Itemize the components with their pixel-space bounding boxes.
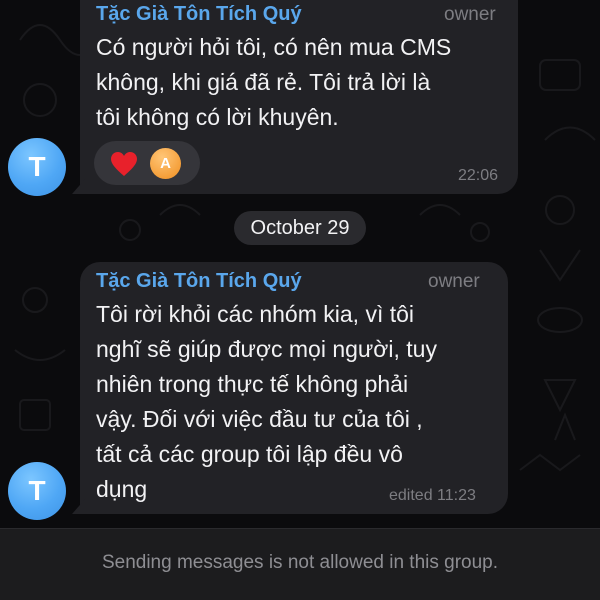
sender-name[interactable]: Tặc Già Tôn Tích Quý: [96, 3, 302, 26]
sender-name[interactable]: Tặc Già Tôn Tích Quý: [96, 270, 302, 293]
reactions-bar[interactable]: A: [94, 141, 200, 185]
sender-avatar[interactable]: T: [8, 138, 66, 196]
message-time: edited 11:23: [389, 487, 476, 504]
message-text: Tôi rời khỏi các nhóm kia, vì tôi nghĩ s…: [96, 301, 437, 502]
sender-avatar[interactable]: T: [8, 462, 66, 520]
sender-role-badge: owner: [428, 271, 480, 292]
composer-disabled-bar: Sending messages is not allowed in this …: [0, 528, 600, 600]
message-text: Có người hỏi tôi, có nên mua CMS không, …: [96, 34, 452, 130]
chat-screen: Tặc Già Tôn Tích Quý owner Có người hỏi …: [0, 0, 600, 600]
reaction-user-avatar[interactable]: A: [150, 148, 181, 179]
message-time: 22:06: [458, 167, 499, 184]
sending-not-allowed-notice: Sending messages is not allowed in this …: [101, 552, 499, 573]
date-separator: October 29: [234, 211, 366, 245]
heart-icon[interactable]: [110, 151, 138, 177]
sender-role-badge: owner: [444, 4, 496, 25]
